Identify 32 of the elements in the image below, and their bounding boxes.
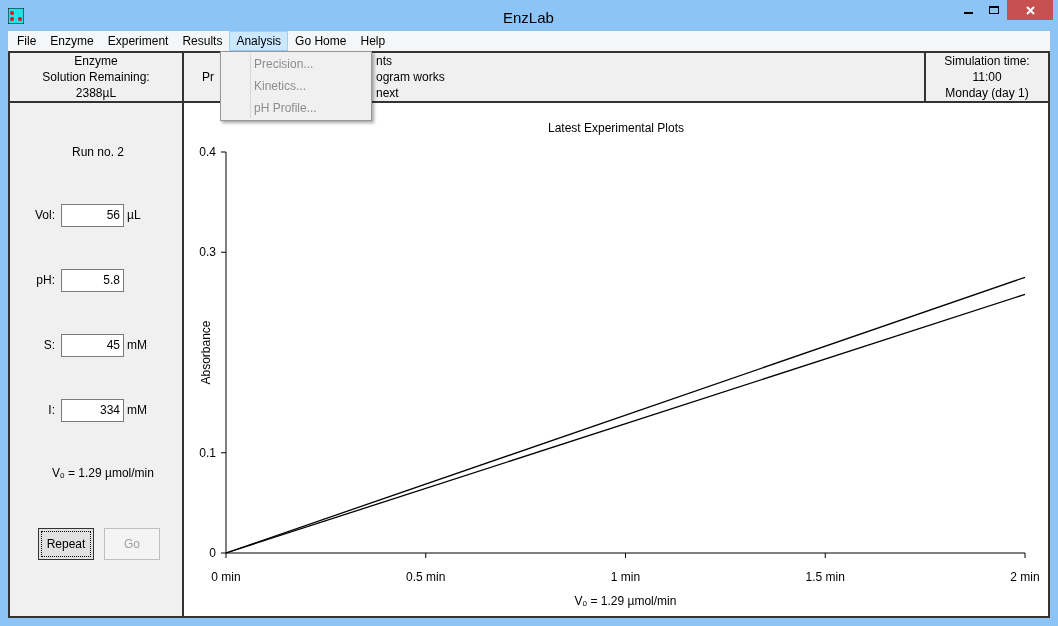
unit-label: mM [127, 402, 147, 419]
x-tick-label: 1 min [610, 570, 641, 584]
y-tick-label: 0.4 [199, 145, 216, 159]
time-info: 11:00 [972, 69, 1002, 85]
field-label: I: [47, 402, 56, 419]
window-title: EnzLab [503, 8, 554, 28]
enzyme-info: Enzyme [74, 53, 118, 69]
time-info: Monday (day 1) [945, 85, 1029, 101]
message-text: nts [376, 53, 393, 69]
field-label: S: [42, 337, 56, 354]
field-label: pH: [35, 272, 56, 289]
unit-label: mM [127, 337, 147, 354]
x-tick-label: 0.5 min [406, 570, 446, 584]
field-label: Vol: [34, 207, 56, 224]
x-axis-label: Vₒ = 1.29 µmol/min [574, 594, 677, 608]
velocity-text: Vₒ = 1.29 µmol/min [52, 465, 154, 482]
x-tick-label: 1.5 min [805, 570, 845, 584]
enzyme-info: 2388µL [75, 85, 117, 101]
y-axis-label: Absorbance [199, 320, 213, 385]
unit-label: µL [127, 207, 141, 224]
time-info: Simulation time: [944, 53, 1030, 69]
y-tick-label: 0.1 [199, 445, 216, 460]
y-tick-label: 0 [209, 546, 216, 560]
y-tick-label: 0.3 [199, 245, 216, 260]
enzyme-info: Solution Remaining: [42, 69, 150, 85]
x-tick-label: 2 min [1010, 570, 1040, 584]
chart-title: Latest Experimental Plots [547, 121, 685, 135]
run-label: Run no. 2 [71, 144, 124, 161]
message-text: next [376, 85, 400, 101]
message-text: ogram works [376, 69, 445, 85]
x-tick-label: 0 min [211, 570, 241, 584]
message-text: Pr [202, 69, 214, 85]
